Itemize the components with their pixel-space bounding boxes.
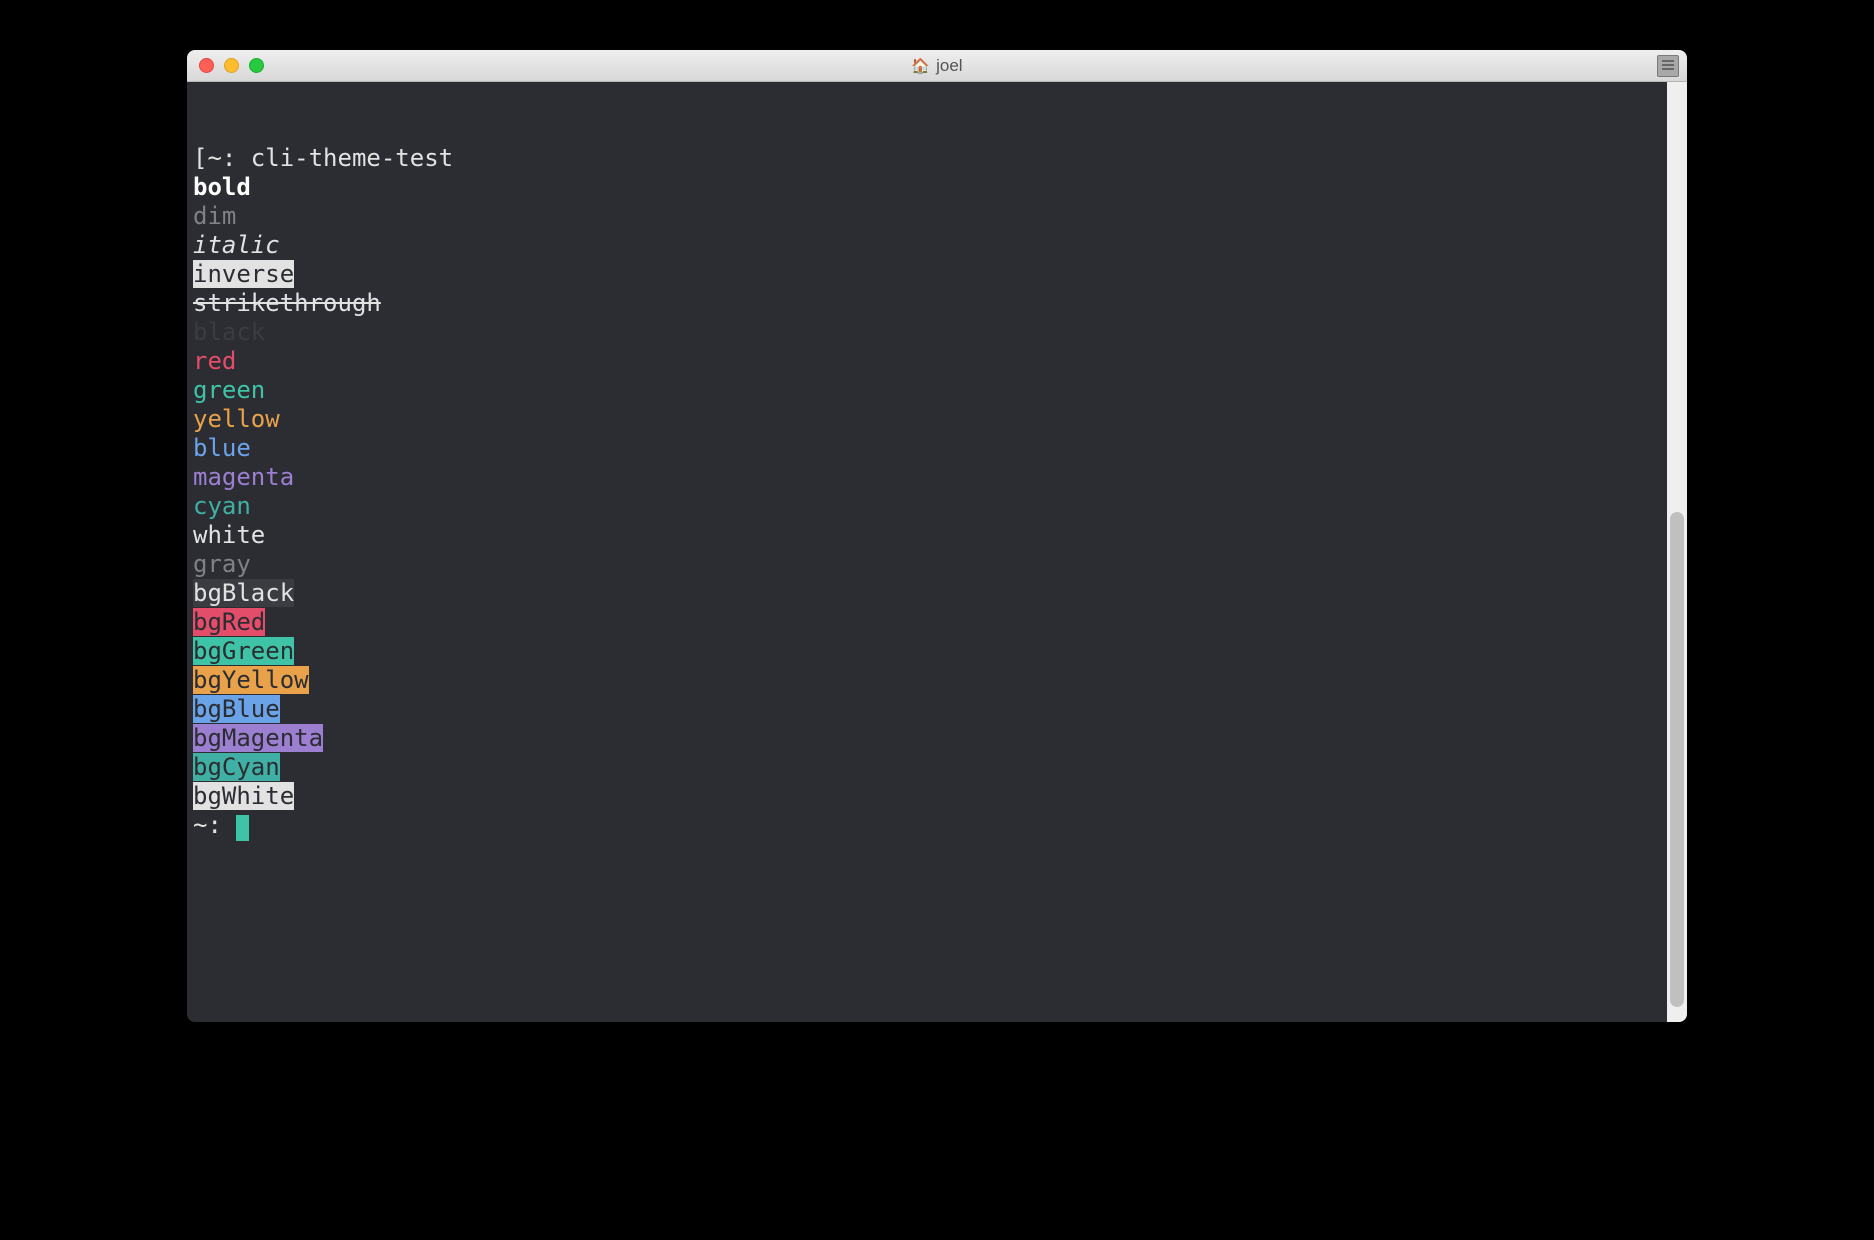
styled-text: bgCyan: [193, 753, 280, 781]
output-line: blue: [193, 434, 1661, 463]
styled-text: black: [193, 318, 265, 346]
output-line: bgBlue: [193, 695, 1661, 724]
output-line: cyan: [193, 492, 1661, 521]
prompt-end-line: ~:: [193, 811, 1661, 840]
terminal-window: 🏠 joel [~: cli-theme-testbolddimitalicin…: [187, 50, 1687, 1022]
output-line: dim: [193, 202, 1661, 231]
traffic-lights: [187, 58, 264, 73]
output-line: bgRed: [193, 608, 1661, 637]
output-line: inverse: [193, 260, 1661, 289]
output-line: yellow: [193, 405, 1661, 434]
output-line: red: [193, 347, 1661, 376]
styled-text: bgBlack: [193, 579, 294, 607]
styled-text: yellow: [193, 405, 280, 433]
output-line: bgBlack: [193, 579, 1661, 608]
prompt-line: [~: cli-theme-test: [193, 144, 1661, 173]
styled-text: dim: [193, 202, 236, 230]
styled-text: bgRed: [193, 608, 265, 636]
styled-text: inverse: [193, 260, 294, 288]
styled-text: bgWhite: [193, 782, 294, 810]
menu-icon[interactable]: [1657, 55, 1679, 77]
titlebar[interactable]: 🏠 joel: [187, 50, 1687, 82]
terminal-content[interactable]: [~: cli-theme-testbolddimitalicinversest…: [187, 82, 1667, 1022]
cursor: [236, 815, 249, 841]
styled-text: bold: [193, 173, 251, 201]
output-line: bgCyan: [193, 753, 1661, 782]
styled-text: bgYellow: [193, 666, 309, 694]
styled-text: bgMagenta: [193, 724, 323, 752]
styled-text: blue: [193, 434, 251, 462]
output-line: bgWhite: [193, 782, 1661, 811]
minimize-button[interactable]: [224, 58, 239, 73]
window-title-text: joel: [936, 56, 962, 76]
styled-text: bgGreen: [193, 637, 294, 665]
styled-text: red: [193, 347, 236, 375]
output-line: strikethrough: [193, 289, 1661, 318]
zoom-button[interactable]: [249, 58, 264, 73]
output-line: black: [193, 318, 1661, 347]
styled-text: magenta: [193, 463, 294, 491]
terminal-wrap: [~: cli-theme-testbolddimitalicinversest…: [187, 82, 1687, 1022]
styled-text: white: [193, 521, 265, 549]
styled-text: italic: [193, 231, 280, 259]
output-line: bgGreen: [193, 637, 1661, 666]
home-icon: 🏠: [911, 57, 930, 75]
styled-text: bgBlue: [193, 695, 280, 723]
styled-text: cyan: [193, 492, 251, 520]
styled-text: strikethrough: [193, 289, 381, 317]
output-line: green: [193, 376, 1661, 405]
output-line: gray: [193, 550, 1661, 579]
window-title: 🏠 joel: [187, 56, 1687, 76]
prompt-end: ~:: [193, 811, 236, 839]
output-line: bold: [193, 173, 1661, 202]
styled-text: green: [193, 376, 265, 404]
output-line: bgYellow: [193, 666, 1661, 695]
scrollbar-track[interactable]: [1667, 82, 1687, 1022]
close-button[interactable]: [199, 58, 214, 73]
output-line: white: [193, 521, 1661, 550]
scrollbar-thumb[interactable]: [1670, 512, 1684, 1007]
output-line: bgMagenta: [193, 724, 1661, 753]
styled-text: gray: [193, 550, 251, 578]
output-line: magenta: [193, 463, 1661, 492]
output-line: italic: [193, 231, 1661, 260]
